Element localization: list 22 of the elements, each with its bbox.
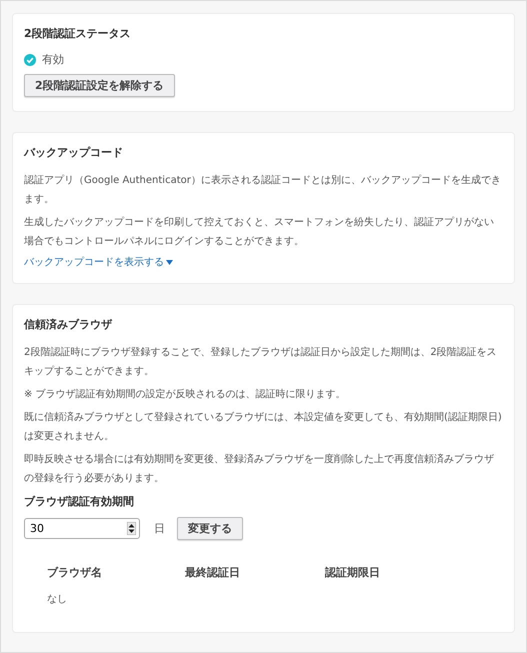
card-title: 信頼済みブラウザ: [24, 317, 114, 333]
status-label: 有効: [42, 52, 64, 67]
spinner-icon[interactable]: [127, 522, 136, 535]
unit-label: 日: [154, 521, 165, 536]
description-text: 即時反映させる場合には有効期間を変更後、登録済みブラウザを一度削除した上で再度信頼済みブラウザの登録を行う必要があります。: [24, 452, 495, 486]
disable-2fa-button[interactable]: 2段階認証設定を解除する: [24, 74, 175, 97]
caret-icon: [166, 260, 173, 264]
description-text: 認証アプリ（Google Authenticator）に表示される認証コードとは別に、バックアップコードを生成できます。: [24, 174, 502, 207]
card-title: バックアップコード: [24, 145, 124, 161]
description-text: ※ ブラウザ認証有効期間の設定が反映されるのは、認証時に限ります。: [24, 388, 347, 402]
card-title: 2段階認証ステータス: [24, 26, 132, 42]
empty-table-text: なし: [47, 593, 68, 606]
show-backup-code-link[interactable]: バックアップコードを表示する: [24, 255, 173, 269]
description-text: 生成したバックアップコードを印刷して控えておくと、スマートフォンを紛失したり、認証アプリがない場合でもコントロールパネルにログインすることができます。: [24, 216, 495, 249]
column-header: 認証期限日: [325, 565, 381, 580]
description-text: 既に信頼済みブラウザとして登録されているブラウザには、本設定値を変更しても、有効期間(認証期限日)は変更されません。: [24, 410, 503, 444]
description-text: 2段階認証時にブラウザ登録することで、登録したブラウザは認証日から設定した期間は、2段階認証をスキップすることができます。: [24, 346, 498, 379]
change-button[interactable]: 変更する: [177, 517, 243, 540]
column-header: ブラウザ名: [47, 565, 103, 580]
column-header: 最終認証日: [185, 565, 241, 580]
number-input-field[interactable]: 30: [24, 518, 140, 539]
section-label: ブラウザ認証有効期間: [24, 494, 135, 509]
